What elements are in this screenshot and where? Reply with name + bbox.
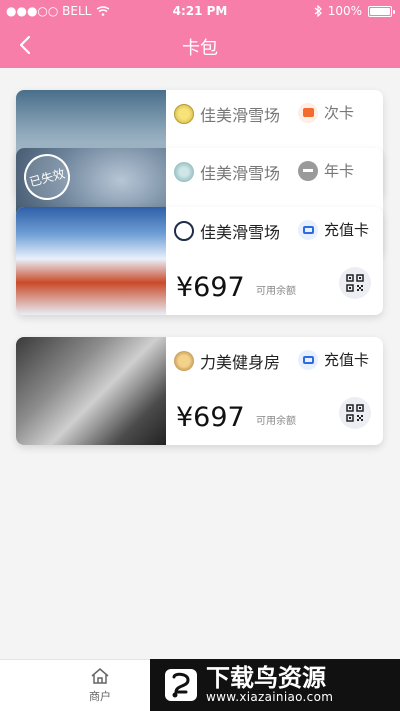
tab-label: 商户 [89, 690, 111, 703]
gym-logo-icon [174, 351, 194, 371]
status-bar: ●●●○○ BELL 4:21 PM 100% [0, 0, 400, 22]
balance-amount: ¥697 [176, 272, 245, 303]
battery-fill [370, 7, 390, 15]
card-type-label: 充值卡 [324, 221, 370, 239]
card-type-label: 年卡 [324, 162, 355, 180]
watermark-url: www.xiazainiao.com [206, 690, 334, 704]
watermark-title: 下载鸟资源 [206, 664, 326, 692]
qr-code-button[interactable] [339, 267, 371, 299]
site-logo-icon [165, 669, 197, 701]
bluetooth-icon [314, 5, 322, 17]
card-type-row: 次卡 [298, 102, 354, 123]
card-image [16, 207, 166, 315]
recharge-card-icon [298, 219, 318, 240]
battery-icon [368, 5, 395, 17]
card-type-label: 充值卡 [324, 351, 370, 369]
page-title: 卡包 [182, 38, 218, 59]
battery-percent: 100% [327, 4, 362, 18]
card-type-row: 充值卡 [298, 349, 369, 370]
balance-amount: ¥697 [176, 402, 245, 433]
merchant-row: 力美健身房 [174, 349, 280, 373]
card-type-row: 充值卡 [298, 219, 369, 240]
recharge-card-icon [298, 349, 318, 370]
merchant-name: 佳美滑雪场 [200, 106, 281, 125]
card-ski-recharge[interactable]: 佳美滑雪场 充值卡 ¥697 可用余额 [16, 207, 383, 315]
status-right: 100% [314, 4, 395, 18]
card-gym-recharge[interactable]: 力美健身房 充值卡 ¥697 可用余额 [16, 337, 383, 445]
balance-note: 可用余额 [256, 286, 296, 297]
qr-code-icon [346, 404, 364, 422]
card-type-icon [298, 160, 318, 181]
balance-note: 可用余额 [256, 416, 296, 427]
qr-code-button[interactable] [339, 397, 371, 429]
home-icon [91, 668, 109, 684]
merchant-logo-icon [174, 104, 194, 124]
merchant-name: 佳美滑雪场 [200, 223, 281, 242]
merchant-logo-icon [174, 162, 194, 182]
merchant-row: 佳美滑雪场 [174, 219, 280, 243]
merchant-row: 佳美滑雪场 [174, 102, 280, 126]
card-type-row: 年卡 [298, 160, 354, 181]
watermark-banner: 下载鸟资源 www.xiazainiao.com [150, 659, 400, 711]
qr-code-icon [346, 274, 364, 292]
merchant-row: 佳美滑雪场 [174, 160, 280, 184]
card-image [16, 337, 166, 445]
merchant-name: 佳美滑雪场 [200, 164, 281, 183]
card-type-icon [298, 102, 318, 123]
card-type-label: 次卡 [324, 104, 355, 122]
nav-bar: 卡包 [0, 22, 400, 68]
merchant-name: 力美健身房 [200, 353, 281, 372]
skier-logo-icon [174, 221, 194, 241]
